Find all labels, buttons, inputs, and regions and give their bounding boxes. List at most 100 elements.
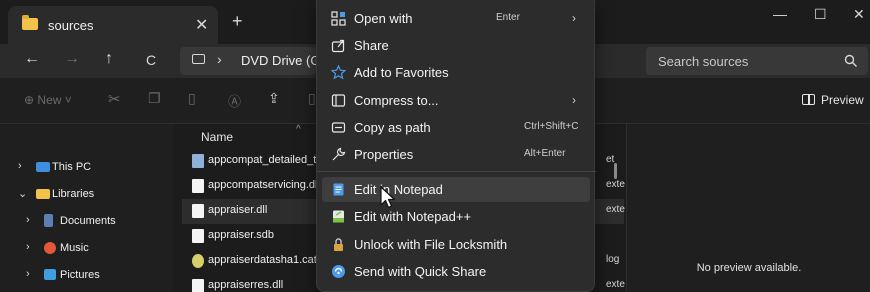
menu-item-label: Open with	[354, 11, 413, 26]
quick-share-icon	[331, 264, 346, 279]
menu-item-label: Edit with Notepad++	[354, 209, 472, 224]
search-input[interactable]: Search sources	[646, 47, 868, 75]
file-name: appcompatservicing.dll	[208, 179, 320, 191]
menu-separator	[317, 171, 596, 172]
close-button[interactable]: ✕	[853, 6, 865, 23]
pictures-icon	[44, 269, 56, 280]
chevron-down-icon[interactable]: ⌄	[18, 187, 27, 200]
search-placeholder: Search sources	[658, 54, 749, 69]
back-button[interactable]: ←	[24, 50, 40, 68]
plus-icon: ⊕	[24, 93, 35, 107]
chevron-down-icon: ˅	[64, 93, 72, 107]
preview-button[interactable]: Preview	[802, 93, 864, 107]
documents-icon	[44, 214, 53, 227]
sidebar-item-label: Documents	[60, 215, 116, 227]
maximize-button[interactable]: ☐	[814, 6, 827, 23]
new-tab-button[interactable]: +	[232, 12, 243, 30]
file-name: appraiser.dll	[208, 204, 268, 216]
compress-icon	[331, 93, 346, 108]
file-type: exte	[606, 179, 625, 190]
menu-item-label: Compress to...	[354, 93, 439, 108]
menu-item-open-with[interactable]: Open with Enter ›	[322, 6, 590, 31]
chevron-right-icon[interactable]: ›	[26, 268, 30, 280]
menu-item-label: Properties	[354, 147, 414, 162]
preview-label: Preview	[821, 93, 864, 107]
this-pc-icon	[192, 54, 205, 64]
file-icon	[192, 229, 204, 243]
file-icon	[192, 279, 204, 292]
file-name: appcompat_detailed_tx	[208, 154, 322, 166]
breadcrumb-separator: ›	[217, 51, 222, 67]
file-name: appraiserdatasha1.cat	[208, 254, 317, 266]
share-icon[interactable]: ⇪	[268, 90, 280, 107]
monitor-icon	[36, 162, 50, 172]
menu-item-edit-with-notepad-plus-plus[interactable]: Edit with Notepad++	[322, 204, 590, 229]
search-icon	[844, 54, 857, 67]
submenu-arrow-icon: ›	[572, 11, 576, 25]
preview-pane: No preview available.	[626, 124, 870, 292]
menu-item-unlock-with-file-locksmith[interactable]: Unlock with File Locksmith	[322, 232, 590, 257]
submenu-arrow-icon: ›	[572, 93, 576, 107]
menu-item-shortcut: Enter	[496, 12, 520, 23]
menu-item-send-with-quick-share[interactable]: Send with Quick Share	[322, 259, 590, 284]
file-icon	[192, 204, 204, 218]
sidebar-item-label: Libraries	[52, 188, 95, 200]
column-header-name[interactable]: Name	[201, 130, 233, 144]
sidebar-item-label: This PC	[52, 161, 92, 173]
star-icon	[331, 65, 346, 80]
file-list-scrollbar[interactable]	[614, 163, 617, 179]
address-bar[interactable]: › DVD Drive (G:)	[180, 47, 328, 75]
menu-item-add-to-favorites[interactable]: Add to Favorites	[322, 60, 590, 85]
no-preview-message: No preview available.	[696, 262, 802, 274]
copy-path-icon	[331, 120, 346, 135]
paste-icon[interactable]: ▯	[188, 90, 196, 107]
folder-icon	[36, 189, 50, 199]
menu-item-compress-to[interactable]: Compress to... ›	[322, 88, 590, 113]
file-name: appraiserres.dll	[208, 279, 284, 291]
chevron-right-icon[interactable]: ›	[26, 214, 30, 226]
sort-ascending-icon: ^	[296, 124, 301, 135]
config-file-icon	[192, 154, 204, 168]
tab-title: sources	[48, 18, 94, 33]
minimize-button[interactable]: —	[773, 6, 787, 22]
navigation-pane: › This PC ⌄ Libraries › Documents › Musi…	[0, 124, 174, 292]
chevron-right-icon[interactable]: ›	[18, 160, 22, 172]
tab-close-button[interactable]: ✕	[195, 15, 208, 35]
cut-icon[interactable]: ✂	[108, 90, 121, 108]
file-icon	[192, 179, 204, 193]
rename-icon[interactable]: Ⓐ	[228, 91, 241, 110]
context-menu: Open with Enter › Share Add to Favorites…	[316, 0, 596, 292]
menu-item-edit-in-notepad[interactable]: Edit in Notepad	[322, 177, 590, 202]
wrench-icon	[331, 147, 346, 162]
menu-item-properties[interactable]: Properties Alt+Enter	[322, 142, 590, 167]
tab-sources[interactable]: sources ✕	[8, 6, 218, 44]
refresh-button[interactable]: C	[146, 52, 156, 68]
file-type: exte	[606, 279, 625, 290]
folder-icon	[22, 15, 38, 30]
forward-button[interactable]: →	[64, 50, 80, 68]
delete-icon[interactable]: ▯	[308, 90, 316, 107]
file-name: appraiser.sdb	[208, 229, 275, 241]
menu-item-label: Copy as path	[354, 120, 431, 135]
sidebar-item-label: Music	[60, 242, 89, 254]
share-icon	[331, 38, 346, 53]
menu-item-label: Share	[354, 38, 389, 53]
menu-item-label: Add to Favorites	[354, 65, 449, 80]
up-button[interactable]: ↑	[105, 50, 113, 68]
new-label: New	[37, 93, 62, 107]
menu-item-copy-as-path[interactable]: Copy as path Ctrl+Shift+C	[322, 115, 590, 140]
file-type: log	[606, 254, 620, 265]
notepad-icon	[331, 182, 346, 197]
notepad-plus-plus-icon	[331, 209, 346, 224]
copy-icon[interactable]: ❐	[148, 90, 161, 107]
menu-item-shortcut: Ctrl+Shift+C	[524, 121, 579, 132]
music-icon	[44, 242, 56, 254]
menu-item-label: Unlock with File Locksmith	[354, 237, 508, 252]
sidebar-item-label: Pictures	[60, 269, 100, 281]
menu-item-shortcut: Alt+Enter	[524, 148, 566, 159]
new-button[interactable]: ⊕ New ˅	[24, 93, 72, 107]
menu-item-share[interactable]: Share	[322, 33, 590, 58]
menu-item-label: Send with Quick Share	[354, 264, 487, 279]
mouse-cursor-icon	[380, 186, 396, 209]
chevron-right-icon[interactable]: ›	[26, 241, 30, 253]
